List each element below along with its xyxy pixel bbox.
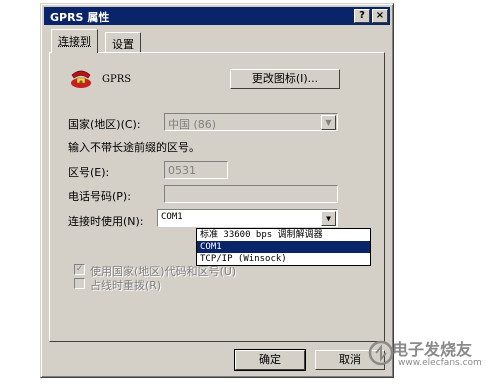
properties-dialog: GPRS 属性 ? × 连接到 设置 GPRS 更改图标(I)... 国家(地区…	[40, 3, 394, 378]
tab-settings[interactable]: 设置	[105, 32, 141, 52]
area-code-value: 0531	[168, 164, 196, 177]
tab-panel: GPRS 更改图标(I)... 国家(地区)(C): 中国 (86) ▼ 输入不…	[49, 52, 385, 342]
redial-label: 占线时重拨(R)	[90, 279, 162, 292]
connect-using-label: 连接时使用(N):	[68, 215, 144, 228]
dropdown-option-tcpip[interactable]: TCP/IP (Winsock)	[197, 253, 370, 265]
connect-using-dropdown-list: 标准 33600 bps 调制解调器 COM1 TCP/IP (Winsock)	[196, 228, 371, 266]
change-icon-button[interactable]: 更改图标(I)...	[230, 69, 340, 89]
dropdown-option-modem[interactable]: 标准 33600 bps 调制解调器	[197, 229, 370, 241]
ok-button[interactable]: 确定	[234, 349, 306, 371]
connection-name: GPRS	[102, 74, 132, 85]
watermark-logo-icon	[368, 340, 394, 366]
watermark-url: www.elecfans.com	[398, 358, 482, 368]
country-select[interactable]: 中国 (86) ▼	[164, 113, 338, 131]
close-button[interactable]: ×	[372, 9, 388, 23]
country-value: 中国 (86)	[168, 118, 217, 131]
connect-using-value: COM1	[161, 212, 183, 222]
title-bar[interactable]: GPRS 属性 ? ×	[44, 7, 390, 25]
area-code-note: 输入不带长途前缀的区号。	[68, 141, 200, 154]
tab-connect-to-label: 连接到	[58, 35, 91, 48]
dropdown-option-com1[interactable]: COM1	[197, 241, 370, 253]
watermark-text: 电子发烧友	[392, 340, 473, 359]
redial-checkbox[interactable]	[74, 278, 85, 289]
watermark: 电子发烧友 www.elecfans.com	[368, 336, 500, 376]
phone-icon	[68, 67, 94, 89]
help-button[interactable]: ?	[354, 9, 370, 23]
area-code-label: 区号(E):	[68, 166, 110, 179]
tab-settings-label: 设置	[112, 38, 134, 51]
chevron-down-icon[interactable]: ▼	[321, 211, 336, 226]
phone-number-input[interactable]	[164, 185, 338, 203]
window-title: GPRS 属性	[50, 11, 110, 24]
connect-using-select[interactable]: COM1 ▼	[157, 209, 338, 227]
chevron-down-icon[interactable]: ▼	[321, 115, 336, 130]
country-label: 国家(地区)(C):	[68, 118, 141, 131]
area-code-input[interactable]: 0531	[164, 161, 228, 179]
phone-number-label: 电话号码(P):	[68, 190, 131, 203]
tab-connect-to[interactable]: 连接到	[51, 29, 98, 53]
use-country-code-checkbox[interactable]: ✓	[74, 264, 85, 275]
